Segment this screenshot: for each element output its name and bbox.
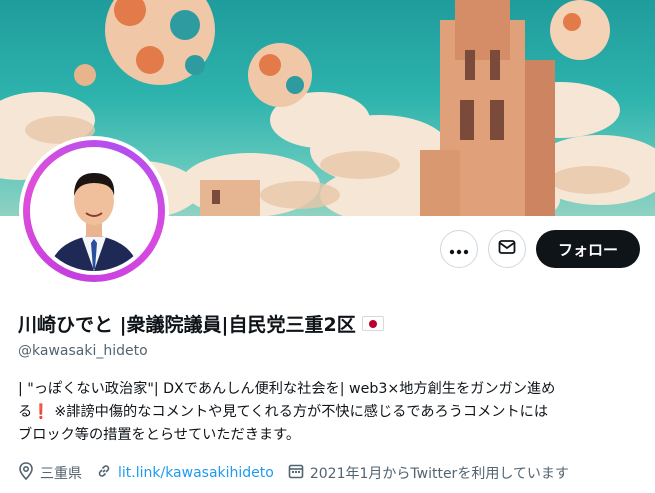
joined-item: 2021年1月からTwitterを利用しています — [288, 463, 569, 483]
location-pin-icon — [18, 462, 40, 484]
profile-handle: @kawasaki_hideto — [18, 343, 148, 359]
calendar-icon — [288, 463, 310, 483]
joined-text: 2021年1月からTwitterを利用しています — [309, 466, 569, 482]
more-horizontal-icon — [449, 240, 469, 259]
link-icon — [96, 463, 118, 483]
website-item: lit.link/kawasakihideto — [96, 463, 274, 483]
location-item: 三重県 — [18, 462, 82, 484]
japan-flag-icon — [361, 316, 384, 331]
profile-bio: | "っぽくない政治家"| DXであんしん便利な社会を| web3×地方創生をガ… — [18, 381, 556, 443]
website-link[interactable]: lit.link/kawasakihideto — [118, 465, 274, 481]
message-button[interactable] — [488, 230, 526, 268]
location-text: 三重県 — [40, 466, 82, 482]
avatar[interactable] — [19, 136, 169, 286]
profile-meta: 三重県 lit.link/kawasakihideto 2021年1月からTwi… — [18, 462, 583, 484]
profile-name-row: 川崎ひでと |衆議院議員|自民党三重2区 — [18, 310, 384, 337]
envelope-icon — [498, 239, 516, 259]
follow-button[interactable]: フォロー — [536, 230, 640, 268]
avatar-photo — [30, 147, 158, 275]
avatar-story-ring — [23, 140, 165, 282]
profile-name: 川崎ひでと |衆議院議員|自民党三重2区 — [18, 314, 356, 336]
more-button[interactable] — [440, 230, 478, 268]
